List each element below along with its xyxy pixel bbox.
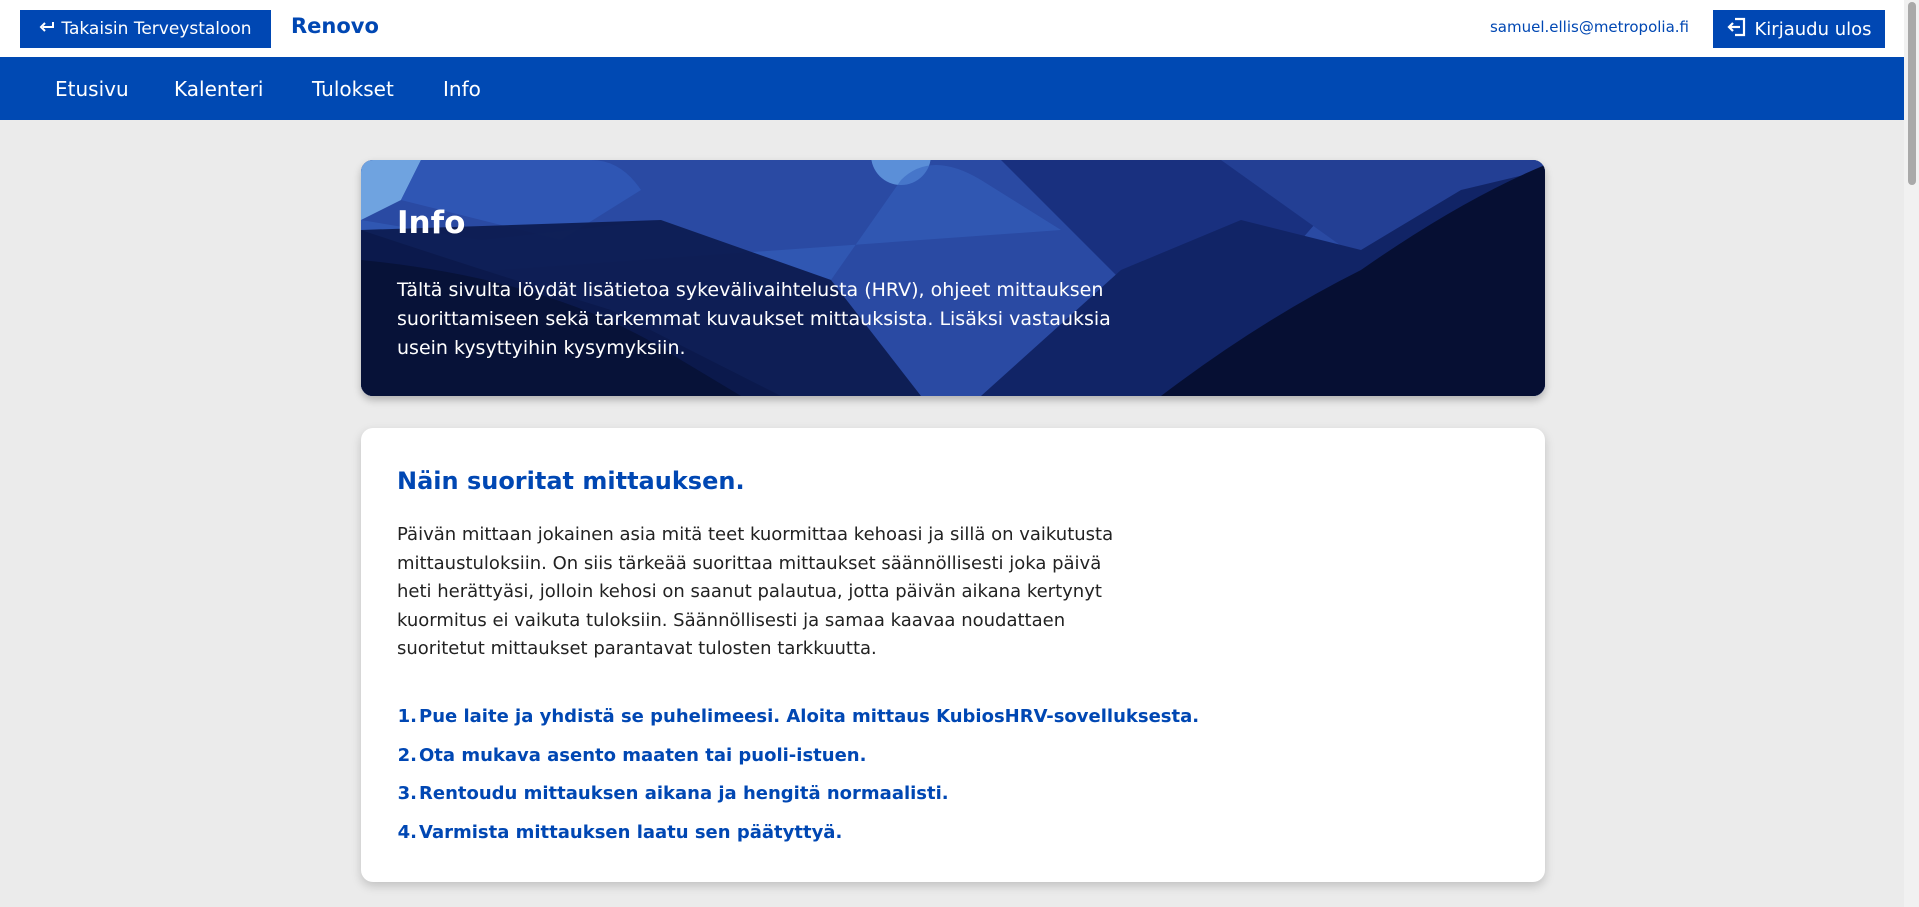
hero-description: Tältä sivulta löydät lisätietoa sykeväli… <box>397 279 1111 359</box>
logout-icon <box>1726 17 1747 42</box>
back-to-terveystalo-button[interactable]: Takaisin Terveystaloon <box>20 10 271 48</box>
instruction-steps-list: 1. Pue laite ja yhdistä se puhelimeesi. … <box>397 706 1199 860</box>
nav-item-kalenteri[interactable]: Kalenteri <box>174 77 263 101</box>
brand-logo-text[interactable]: Renovo <box>291 14 379 38</box>
page-title: Info <box>397 205 466 241</box>
list-item: 4. Varmista mittauksen laatu sen päätytt… <box>397 822 1199 861</box>
user-email: samuel.ellis@metropolia.fi <box>1489 18 1689 36</box>
list-item: 3. Rentoudu mittauksen aikana ja hengitä… <box>397 783 1199 822</box>
back-button-label: Takaisin Terveystaloon <box>61 19 252 39</box>
list-item: 1. Pue laite ja yhdistä se puhelimeesi. … <box>397 706 1199 745</box>
measurement-instructions-card: Näin suoritat mittauksen. Päivän mittaan… <box>361 428 1545 882</box>
nav-item-etusivu[interactable]: Etusivu <box>55 77 129 101</box>
step-number: 4. <box>397 821 417 843</box>
step-text: Pue laite ja yhdistä se puhelimeesi. Alo… <box>419 706 1200 727</box>
nav-item-tulokset[interactable]: Tulokset <box>312 77 394 101</box>
step-text: Ota mukava asento maaten tai puoli-istue… <box>419 744 867 766</box>
instructions-paragraph: Päivän mittaan jokainen asia mitä teet k… <box>397 524 1114 659</box>
top-bar: Takaisin Terveystaloon Renovo samuel.ell… <box>0 0 1904 57</box>
step-number: 2. <box>397 744 417 766</box>
instructions-title: Näin suoritat mittauksen. <box>397 467 745 495</box>
nav-item-info[interactable]: Info <box>443 77 481 101</box>
scrollbar-thumb[interactable] <box>1908 2 1916 185</box>
step-number: 3. <box>397 783 417 804</box>
info-hero-banner: Info Tältä sivulta löydät lisätietoa syk… <box>361 160 1545 396</box>
step-number: 1. <box>397 706 417 727</box>
logout-button-label: Kirjaudu ulos <box>1754 18 1872 40</box>
main-navigation: Etusivu Kalenteri Tulokset Info <box>0 57 1904 120</box>
return-arrow-icon <box>39 19 55 39</box>
list-item: 2. Ota mukava asento maaten tai puoli-is… <box>397 745 1199 784</box>
logout-button[interactable]: Kirjaudu ulos <box>1713 10 1885 48</box>
step-text: Rentoudu mittauksen aikana ja hengitä no… <box>419 783 949 804</box>
vertical-scrollbar[interactable] <box>1904 0 1919 907</box>
step-text: Varmista mittauksen laatu sen päätyttyä. <box>419 821 843 843</box>
